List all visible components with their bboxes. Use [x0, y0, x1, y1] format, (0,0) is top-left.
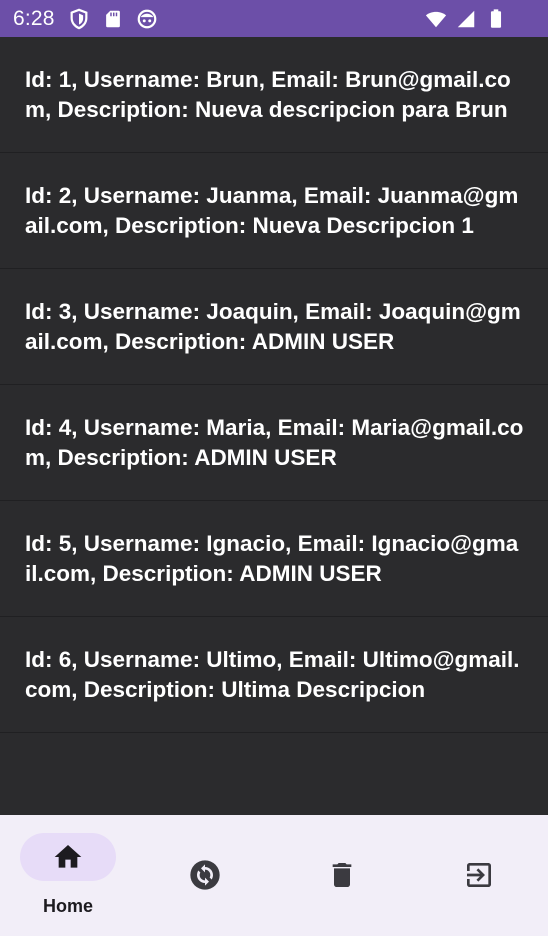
- list-item[interactable]: Id: 4, Username: Maria, Email: Maria@gma…: [0, 385, 548, 501]
- status-time: 6:28: [13, 7, 55, 30]
- list-item[interactable]: Id: 1, Username: Brun, Email: Brun@gmail…: [0, 37, 548, 153]
- user-description: Id: 2, Username: Juanma, Email: Juanma@g…: [25, 183, 519, 238]
- signal-icon: [455, 8, 477, 30]
- nav-label-home: Home: [42, 896, 93, 916]
- list-item[interactable]: Id: 6, Username: Ultimo, Email: Ultimo@g…: [0, 617, 548, 733]
- nav-item-refresh[interactable]: [157, 833, 253, 933]
- bottom-navigation-bar: Home: [0, 815, 548, 936]
- user-description: Id: 5, Username: Ignacio, Email: Ignacio…: [25, 531, 519, 586]
- status-bar: 6:28: [0, 0, 548, 37]
- list-item[interactable]: Id: 2, Username: Juanma, Email: Juanma@g…: [0, 153, 548, 269]
- home-icon: [52, 841, 84, 873]
- sync-icon: [189, 859, 221, 891]
- shield-icon: [68, 8, 90, 30]
- user-description: Id: 3, Username: Joaquin, Email: Joaquin…: [25, 299, 521, 354]
- user-description: Id: 4, Username: Maria, Email: Maria@gma…: [25, 415, 524, 470]
- nav-item-delete[interactable]: [294, 833, 390, 933]
- user-list[interactable]: Id: 1, Username: Brun, Email: Brun@gmail…: [0, 37, 548, 815]
- nav-item-home[interactable]: Home: [0, 833, 136, 933]
- status-right-icons: [425, 8, 507, 30]
- list-item[interactable]: Id: 3, Username: Joaquin, Email: Joaquin…: [0, 269, 548, 385]
- app-screen: 6:28 Id: 1, Username: Brun, Email: Brun@…: [0, 0, 548, 936]
- user-description: Id: 6, Username: Ultimo, Email: Ultimo@g…: [25, 647, 520, 702]
- user-description: Id: 1, Username: Brun, Email: Brun@gmail…: [25, 67, 511, 122]
- nav-item-logout[interactable]: [431, 833, 527, 933]
- logout-icon: [463, 859, 495, 891]
- list-item[interactable]: Id: 5, Username: Ignacio, Email: Ignacio…: [0, 501, 548, 617]
- wifi-icon: [425, 8, 447, 30]
- status-left-icons: [68, 8, 158, 30]
- sd-card-icon: [102, 8, 124, 30]
- face-icon: [136, 8, 158, 30]
- battery-icon: [485, 8, 507, 30]
- trash-icon: [326, 859, 358, 891]
